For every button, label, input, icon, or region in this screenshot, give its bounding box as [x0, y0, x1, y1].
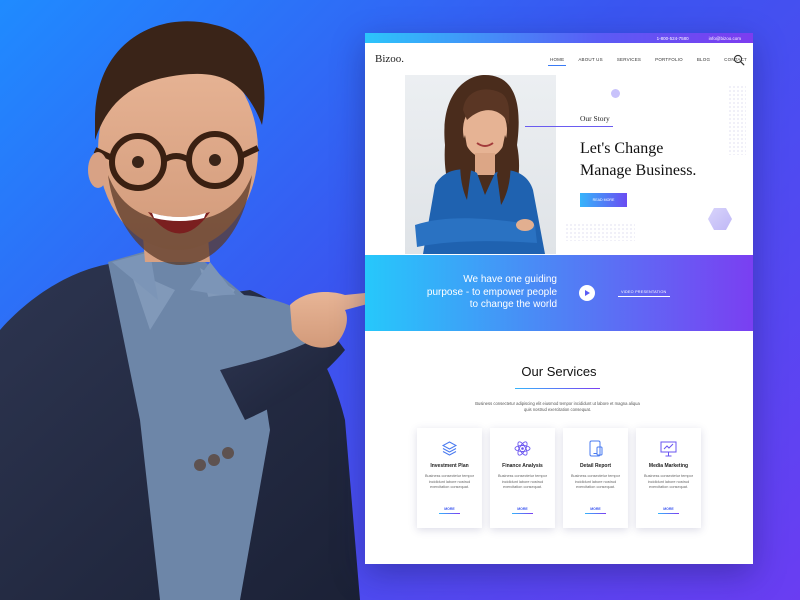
video-presentation-link[interactable]: VIDEO PRESENTATION: [617, 290, 671, 297]
nav-menu: HOME ABOUT US SERVICES PORTFOLIO BLOG CO…: [547, 43, 747, 75]
service-card-text: Business consectetur tempor incididunt l…: [498, 474, 547, 490]
service-card-title: Finance Analysis: [502, 463, 543, 469]
hero-kicker: Our Story: [580, 114, 610, 123]
services-description: Business consectetur adipiscing elit eiu…: [475, 401, 640, 413]
service-card-more-link[interactable]: MORE: [563, 507, 628, 514]
services-title: Our Services: [521, 364, 597, 379]
nav-item-portfolio[interactable]: PORTFOLIO: [655, 57, 683, 62]
service-card-title: Detail Report: [579, 463, 612, 469]
decor-dot-grid: [565, 223, 635, 241]
service-card-more-link[interactable]: MORE: [417, 507, 482, 514]
hexagon-decor: [708, 208, 732, 230]
service-card-media-marketing[interactable]: Media Marketing Business consectetur tem…: [636, 428, 701, 528]
presentation-icon: [660, 441, 677, 457]
hero-title: Let's Change Manage Business.: [580, 138, 745, 182]
mission-text: We have one guiding purpose - to empower…: [405, 274, 557, 312]
layers-icon: [441, 441, 458, 456]
brand-logo[interactable]: Bizoo.: [375, 53, 404, 65]
read-more-button[interactable]: READ MORE: [580, 193, 627, 207]
service-card-investment-plan[interactable]: Investment Plan Business consectetur tem…: [417, 428, 482, 528]
service-card-title: Investment Plan: [430, 463, 469, 469]
service-card-text: Business consectetur tempor incididunt l…: [644, 474, 693, 490]
service-card-more-link[interactable]: MORE: [490, 507, 555, 514]
main-nav: Bizoo. HOME ABOUT US SERVICES PORTFOLIO …: [365, 43, 753, 75]
top-bar-phone: 1-800-524-7580: [656, 35, 689, 41]
hero-woman-photo: [405, 75, 556, 254]
nav-item-blog[interactable]: BLOG: [697, 57, 710, 62]
hero-title-line: Let's Change: [580, 140, 664, 157]
devices-icon: [589, 440, 603, 457]
nav-item-about-us[interactable]: ABOUT US: [578, 57, 603, 62]
service-card-detail-report[interactable]: Detail Report Business consectetur tempo…: [563, 428, 628, 528]
atom-icon: [514, 441, 531, 456]
search-icon[interactable]: [733, 54, 745, 66]
hero-title-line: Manage Business.: [580, 162, 697, 179]
top-bar-email[interactable]: info@bizoo.com: [709, 36, 741, 41]
nav-item-services[interactable]: SERVICES: [617, 57, 641, 62]
mission-text-line: purpose - to empower people: [426, 286, 557, 298]
mission-text-line: to change the world: [469, 299, 557, 310]
service-card-text: Business consectetur tempor incididunt l…: [571, 474, 620, 490]
kicker-underline: [525, 126, 613, 127]
service-card-text: Business consectetur tempor incididunt l…: [425, 474, 474, 490]
play-icon[interactable]: [579, 285, 595, 301]
website-mockup: 1-800-524-7580 info@bizoo.com Bizoo. HOM…: [365, 33, 753, 564]
service-card-more-link[interactable]: MORE: [636, 507, 701, 514]
services-underline: [515, 388, 600, 389]
service-card-finance-analysis[interactable]: Finance Analysis Business consectetur te…: [490, 428, 555, 528]
service-card-title: Media Marketing: [648, 463, 689, 469]
nav-item-home[interactable]: HOME: [547, 57, 567, 66]
top-bar: 1-800-524-7580 info@bizoo.com: [365, 33, 753, 43]
decor-circle: [611, 89, 620, 98]
pointing-man-photo: [0, 0, 400, 600]
mission-text-line: We have one guiding: [463, 274, 557, 285]
mission-band: We have one guiding purpose - to empower…: [365, 255, 753, 331]
service-cards: Investment Plan Business consectetur tem…: [417, 428, 701, 528]
